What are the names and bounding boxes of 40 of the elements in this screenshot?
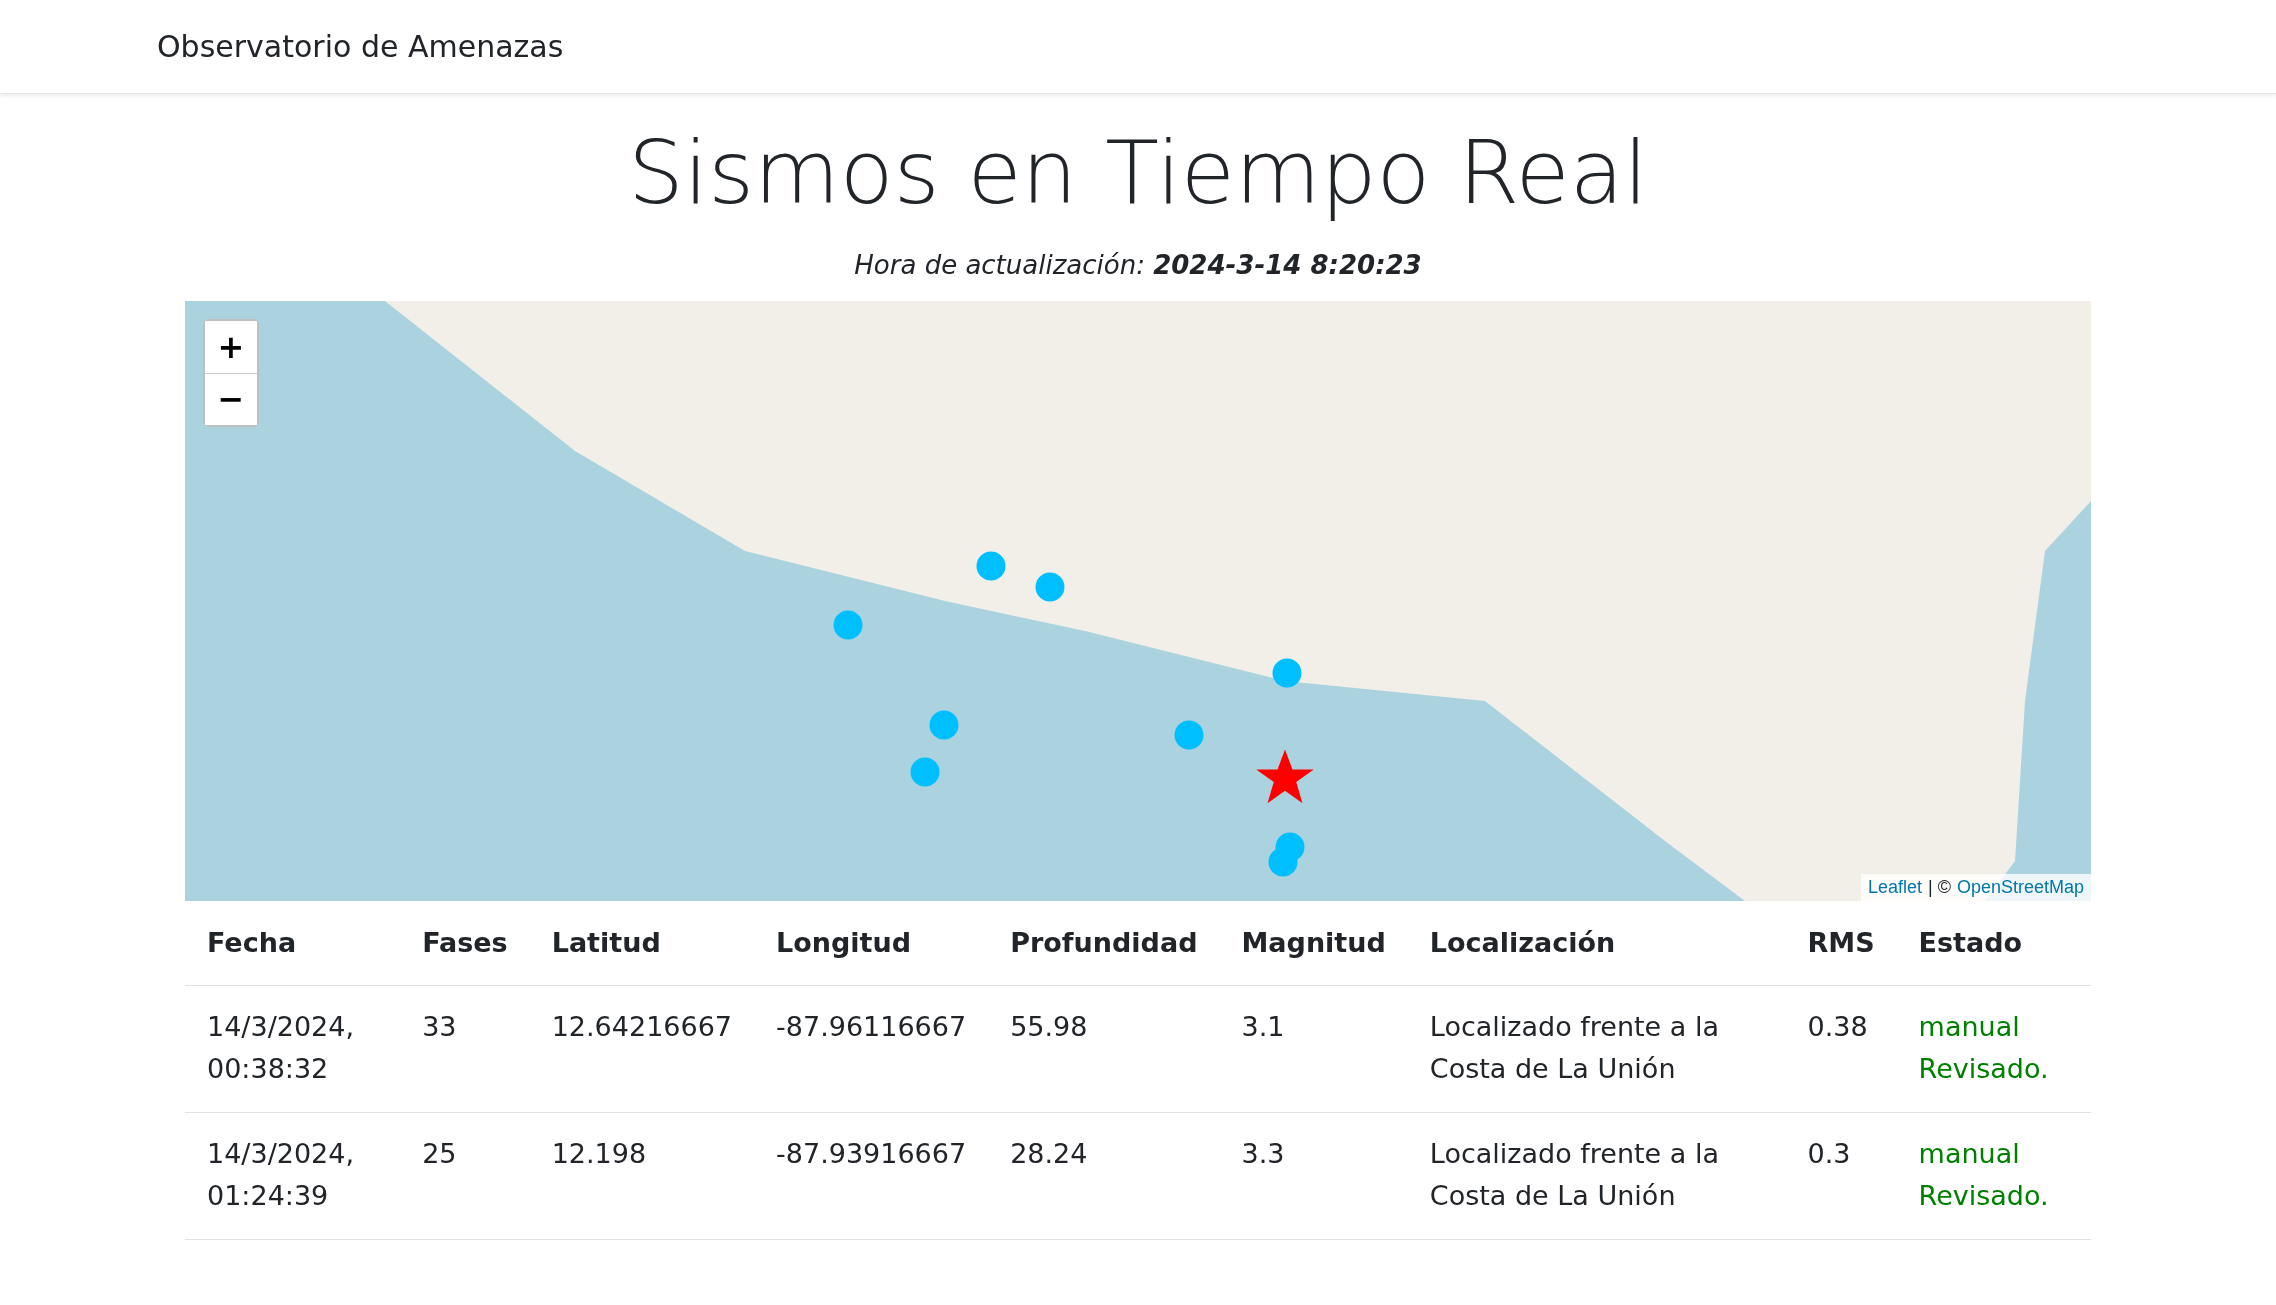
table-cell: 25 [400, 1112, 530, 1240]
table-cell: 12.64216667 [529, 985, 755, 1113]
table-cell: 14/3/2024, 01:24:39 [185, 1112, 401, 1240]
column-header: Fases [400, 900, 530, 986]
table-cell: 0.3 [1785, 1112, 1897, 1240]
zoom-out-button[interactable]: − [205, 372, 257, 425]
table-cell: 14/3/2024, 00:38:32 [185, 985, 401, 1113]
page-title: Sismos en Tiempo Real [626, 120, 1650, 226]
column-header: Localización [1407, 900, 1786, 986]
column-header: Longitud [754, 900, 989, 986]
leaflet-link[interactable]: Leaflet [1867, 873, 1922, 901]
column-header: RMS [1785, 900, 1897, 986]
earthquake-dot-icon[interactable] [929, 710, 959, 740]
table-cell: Localizado frente a la Costa de La Unión [1407, 1112, 1786, 1240]
openstreetmap-link[interactable]: OpenStreetMap [1956, 873, 2084, 901]
status-cell: manual Revisado. [1896, 985, 2091, 1113]
status-cell: manual Revisado. [1896, 1112, 2091, 1240]
column-header: Fecha [185, 900, 401, 986]
table-cell: 28.24 [988, 1112, 1220, 1240]
table-cell: 12.198 [529, 1112, 755, 1240]
table-cell: -87.96116667 [754, 985, 989, 1113]
earthquake-dot-icon[interactable] [910, 757, 939, 787]
earthquake-dot-icon[interactable] [1268, 847, 1298, 877]
table-cell: 3.1 [1219, 985, 1408, 1113]
column-header: Estado [1896, 900, 2091, 986]
site-brand[interactable]: Observatorio de Amenazas [157, 24, 564, 69]
attribution-separator: | © [1927, 875, 1951, 899]
table-cell: 3.3 [1219, 1112, 1408, 1240]
table-cell: -87.93916667 [754, 1112, 989, 1240]
earthquake-dot-icon[interactable] [833, 610, 863, 640]
map-background[interactable]: + − Leaflet | © OpenStreetMap [185, 300, 2091, 901]
table-cell: Localizado frente a la Costa de La Unión [1407, 985, 1786, 1113]
column-header: Latitud [529, 900, 755, 986]
table-cell: 0.38 [1785, 985, 1897, 1113]
table-cell: 33 [400, 985, 530, 1113]
update-time: Hora de actualización: 2024-3-14 8:20:23 [853, 248, 1423, 282]
earthquake-dot-icon[interactable] [1174, 720, 1204, 750]
table-cell: 55.98 [988, 985, 1220, 1113]
column-header: Magnitud [1219, 900, 1408, 986]
column-header: Profundidad [988, 900, 1220, 986]
